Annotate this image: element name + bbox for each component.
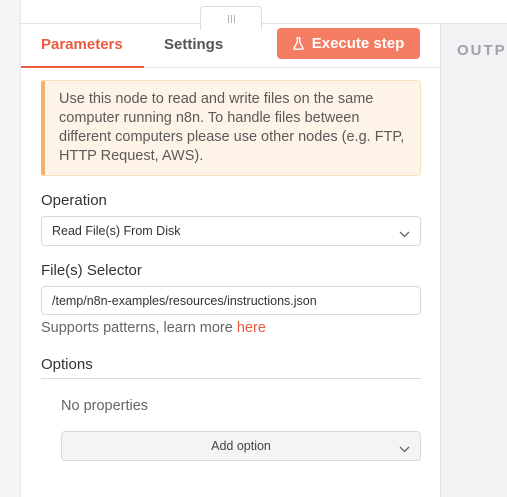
active-tab-indicator <box>21 66 144 68</box>
notice-text: Use this node to read and write files on… <box>59 91 405 164</box>
add-option-label: Add option <box>211 439 271 453</box>
panel-tabs: Parameters Settings Execute step <box>21 24 441 68</box>
flask-icon <box>292 37 304 50</box>
options-divider <box>41 378 421 379</box>
tab-parameters[interactable]: Parameters <box>41 36 123 53</box>
chevron-down-icon <box>399 227 410 241</box>
add-option-button[interactable]: Add option <box>61 431 421 461</box>
operation-label: Operation <box>41 192 107 209</box>
operation-select[interactable]: Read File(s) From Disk <box>41 216 421 246</box>
panel-drag-handle[interactable] <box>200 6 262 30</box>
file-selector-label: File(s) Selector <box>41 262 142 279</box>
hint-text: Supports patterns, learn more <box>41 320 237 336</box>
info-notice: Use this node to read and write files on… <box>41 80 421 176</box>
file-selector-input[interactable]: /temp/n8n-examples/resources/instruction… <box>41 286 421 315</box>
canvas-gutter <box>0 0 21 497</box>
learn-more-link[interactable]: here <box>237 320 266 336</box>
options-title: Options <box>41 356 93 373</box>
tab-settings[interactable]: Settings <box>164 36 223 53</box>
operation-value: Read File(s) From Disk <box>52 224 181 238</box>
no-properties-text: No properties <box>61 398 149 414</box>
output-label: OUTPUT <box>457 42 507 59</box>
file-selector-hint: Supports patterns, learn more here <box>41 320 266 336</box>
file-selector-value: /temp/n8n-examples/resources/instruction… <box>52 293 317 308</box>
chevron-down-icon <box>399 442 410 456</box>
node-parameters-panel: Parameters Settings Execute step Use thi… <box>21 24 441 497</box>
grip-icon <box>227 14 235 23</box>
output-pane: OUTPUT <box>441 24 507 497</box>
execute-step-button[interactable]: Execute step <box>277 28 420 59</box>
execute-step-label: Execute step <box>311 35 405 52</box>
